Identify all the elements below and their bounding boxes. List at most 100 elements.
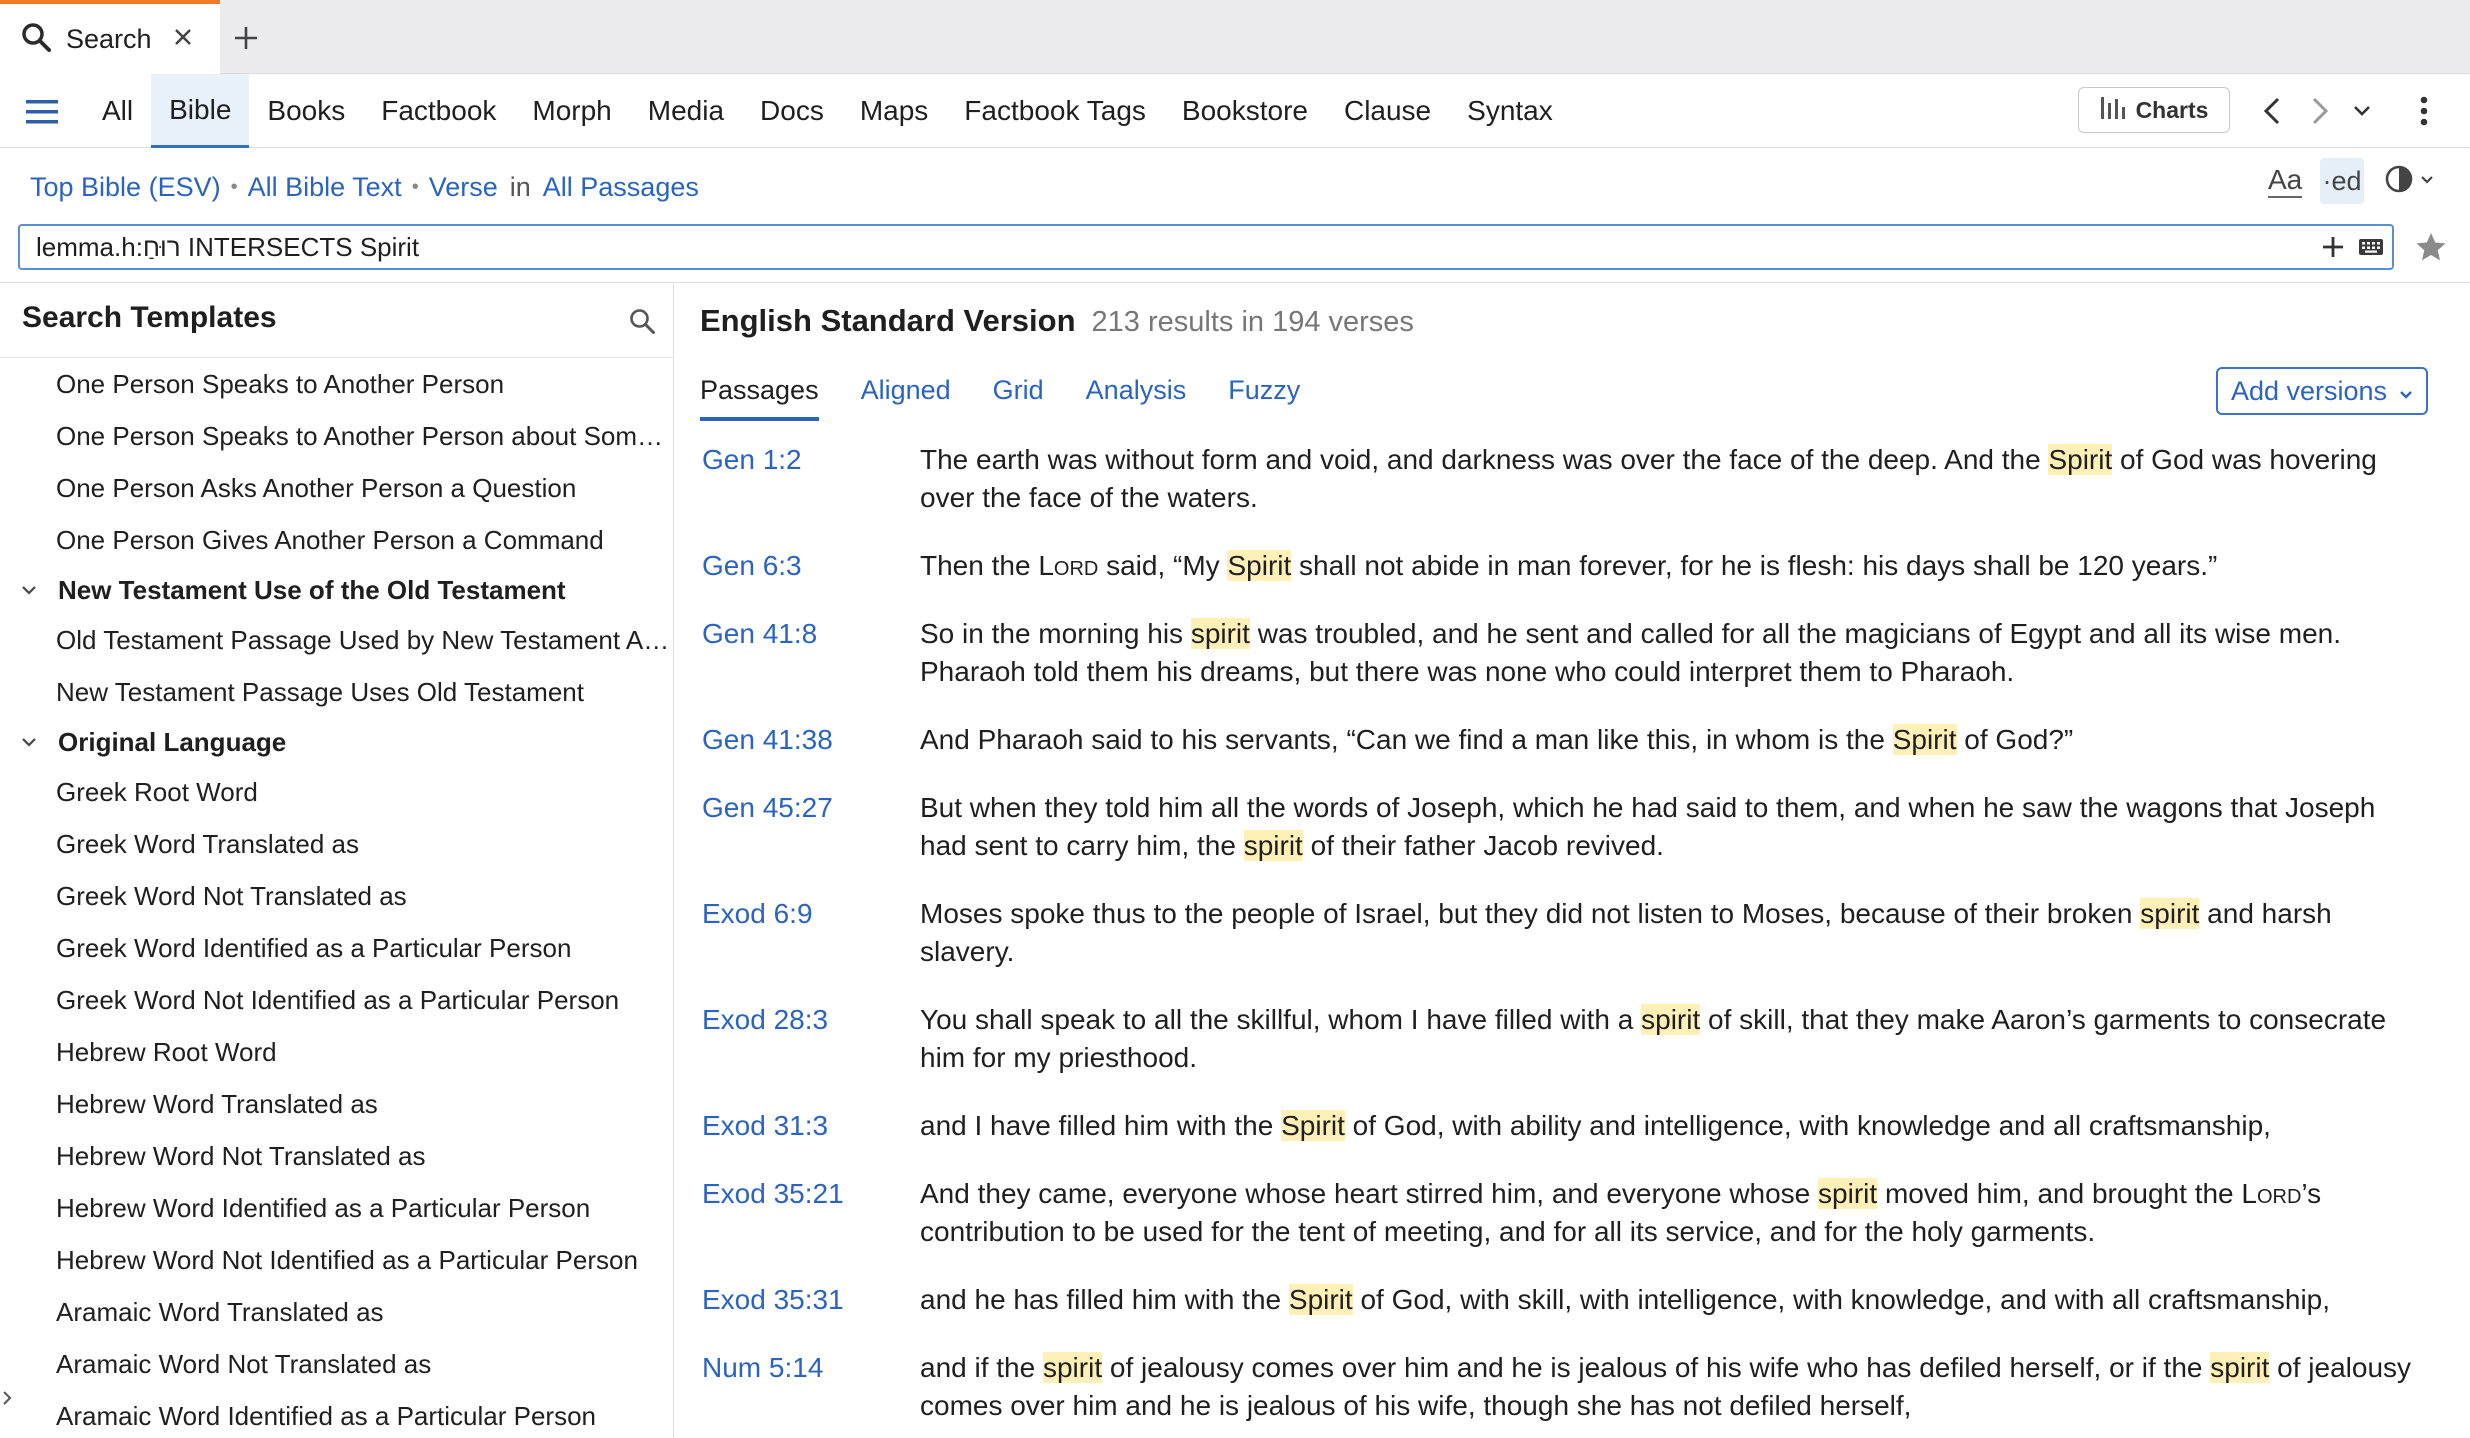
favorite-star-icon[interactable]: [2412, 228, 2450, 266]
history-dropdown-chevron-icon[interactable]: [2344, 92, 2380, 130]
template-item[interactable]: One Person Speaks to Another Person: [0, 358, 673, 410]
font-size-icon: Aa: [2268, 164, 2303, 198]
template-item[interactable]: One Person Asks Another Person a Questio…: [0, 462, 673, 514]
tab-factbook[interactable]: Factbook: [363, 74, 514, 148]
templates-title: Search Templates: [22, 301, 277, 334]
template-group-label: New Testament Use of the Old Testament: [58, 574, 566, 605]
verse-reference-link[interactable]: Exod 6:9: [702, 895, 920, 971]
template-item[interactable]: Greek Word Not Translated as: [0, 870, 673, 922]
tab-maps[interactable]: Maps: [842, 74, 946, 148]
template-item[interactable]: One Person Speaks to Another Person abou…: [0, 410, 673, 462]
hamburger-menu-icon[interactable]: [18, 92, 66, 132]
verse-result: Exod 6:9 Moses spoke thus to the people o…: [676, 895, 2470, 971]
verse-result: Gen 41:38 And Pharaoh said to his servant…: [676, 721, 2470, 759]
verse-reference-link[interactable]: Exod 28:3: [702, 1001, 920, 1077]
verse-reference-link[interactable]: Exod 31:3: [702, 1107, 920, 1145]
tab-factbook-tags[interactable]: Factbook Tags: [946, 74, 1164, 148]
passage-range-selector[interactable]: All Passages: [543, 172, 699, 203]
template-item[interactable]: Hebrew Word Not Identified as a Particul…: [0, 1234, 673, 1286]
template-item[interactable]: Old Testament Passage Used by New Testam…: [0, 614, 673, 666]
bible-selector[interactable]: Top Bible (ESV): [30, 172, 221, 203]
tab-search[interactable]: Search: [0, 0, 220, 74]
search-type-tabs: All Bible Books Factbook Morph Media Docs Maps F…: [84, 74, 1571, 148]
add-term-plus-icon[interactable]: [2316, 230, 2350, 264]
text-scope-selector[interactable]: All Bible Text: [248, 172, 402, 203]
search-icon[interactable]: [624, 303, 660, 339]
tab-books[interactable]: Books: [249, 74, 363, 148]
verse-text-segment: of their father Jacob revived.: [1302, 830, 1664, 861]
template-group-label: Original Language: [58, 726, 287, 757]
tab-bookstore[interactable]: Bookstore: [1164, 74, 1326, 148]
template-item[interactable]: Aramaic Word Identified as a Particular …: [0, 1390, 673, 1438]
keyboard-icon[interactable]: [2356, 232, 2386, 262]
verse-text-segment: of God, with skill, with intelligence, w…: [1352, 1284, 2331, 1315]
charts-button[interactable]: Charts: [2078, 87, 2230, 133]
search-hit-highlight: spirit: [2210, 1352, 2270, 1383]
tab-morph[interactable]: Morph: [514, 74, 629, 148]
template-group-original-language[interactable]: Original Language: [0, 718, 673, 766]
search-templates-panel: Search Templates One Person Speaks to An…: [0, 283, 674, 1438]
more-options-icon[interactable]: [2406, 92, 2442, 130]
font-size-button[interactable]: Aa: [2268, 158, 2303, 204]
search-hit-highlight: Spirit: [1892, 724, 1957, 755]
new-tab-plus-icon[interactable]: [228, 20, 264, 56]
template-item[interactable]: New Testament Passage Uses Old Testament: [0, 666, 673, 718]
template-item[interactable]: Greek Word Not Identified as a Particula…: [0, 974, 673, 1026]
version-title: English Standard Version: [700, 303, 1076, 338]
template-item[interactable]: Hebrew Word Translated as: [0, 1078, 673, 1130]
template-item[interactable]: Hebrew Root Word: [0, 1026, 673, 1078]
verse-text: So in the morning his spirit was trouble…: [920, 615, 2420, 691]
tab-media[interactable]: Media: [630, 74, 742, 148]
verse-reference-link[interactable]: Gen 6:3: [702, 547, 920, 585]
search-input[interactable]: lemma.h:רוּחַ INTERSECTS Spirit: [18, 224, 2394, 270]
verse-text-segment: You shall speak to all the skillful, who…: [920, 1004, 1642, 1035]
template-item[interactable]: Aramaic Word Translated as: [0, 1286, 673, 1338]
tab-grid[interactable]: Grid: [993, 371, 1044, 421]
back-chevron-icon[interactable]: [2254, 92, 2290, 130]
chevron-down-icon: [2399, 376, 2413, 407]
search-hit-highlight: Spirit: [1227, 550, 1292, 581]
verse-text: and if the spirit of jealousy comes over…: [920, 1349, 2420, 1425]
template-item[interactable]: Greek Word Translated as: [0, 818, 673, 870]
verse-reference-link[interactable]: Gen 45:27: [702, 789, 920, 865]
verse-text-segment: of jealousy comes over him and he is jea…: [1102, 1352, 2211, 1383]
forward-chevron-icon[interactable]: [2302, 92, 2338, 130]
add-versions-button[interactable]: Add versions: [2216, 367, 2428, 415]
template-item[interactable]: Hebrew Word Identified as a Particular P…: [0, 1182, 673, 1234]
tab-analysis[interactable]: Analysis: [1086, 371, 1187, 421]
templates-list: One Person Speaks to Another Person One P…: [0, 358, 673, 1438]
template-item[interactable]: Hebrew Word Not Translated as: [0, 1130, 673, 1182]
tab-all[interactable]: All: [84, 74, 151, 148]
panel-collapse-chevron-icon[interactable]: [0, 1383, 14, 1413]
unit-selector[interactable]: Verse: [429, 172, 498, 203]
verse-reference-link[interactable]: Gen 1:2: [702, 441, 920, 517]
verse-result: Num 5:14 and if the spirit of jealousy co…: [676, 1349, 2470, 1425]
verse-reference-link[interactable]: Gen 41:8: [702, 615, 920, 691]
tab-syntax[interactable]: Syntax: [1449, 74, 1571, 148]
tab-clause[interactable]: Clause: [1326, 74, 1449, 148]
tab-fuzzy[interactable]: Fuzzy: [1228, 371, 1300, 421]
visual-filter-button[interactable]: [2384, 158, 2434, 204]
verse-reference-link[interactable]: Exod 35:21: [702, 1175, 920, 1251]
verse-reference-link[interactable]: Gen 41:38: [702, 721, 920, 759]
highlight-toggle-button[interactable]: ·ed: [2320, 158, 2364, 204]
template-item[interactable]: Greek Word Identified as a Particular Pe…: [0, 922, 673, 974]
verse-text: and I have filled him with the Spirit of…: [920, 1107, 2420, 1145]
template-item[interactable]: One Person Gives Another Person a Comman…: [0, 514, 673, 566]
tab-bible[interactable]: Bible: [151, 74, 250, 148]
search-type-toolbar: All Bible Books Factbook Morph Media Docs Maps F…: [0, 74, 2470, 148]
charts-label: Charts: [2135, 96, 2209, 123]
tab-aligned[interactable]: Aligned: [861, 371, 951, 421]
tab-docs[interactable]: Docs: [742, 74, 842, 148]
verse-reference-link[interactable]: Exod 35:31: [702, 1281, 920, 1319]
template-item[interactable]: Aramaic Word Not Translated as: [0, 1338, 673, 1390]
results-view-tabs: Passages Aligned Grid Analysis Fuzzy: [700, 371, 1300, 421]
search-hit-highlight: Spirit: [2048, 444, 2113, 475]
verse-text-segment: Then the: [920, 550, 1039, 581]
template-item[interactable]: Greek Root Word: [0, 766, 673, 818]
template-group-new-testament-use-of-the-old-testament[interactable]: New Testament Use of the Old Testament: [0, 566, 673, 614]
search-hit-highlight: spirit: [1042, 1352, 1103, 1383]
tab-passages[interactable]: Passages: [700, 371, 819, 421]
close-icon[interactable]: [166, 20, 200, 54]
verse-reference-link[interactable]: Num 5:14: [702, 1349, 920, 1425]
